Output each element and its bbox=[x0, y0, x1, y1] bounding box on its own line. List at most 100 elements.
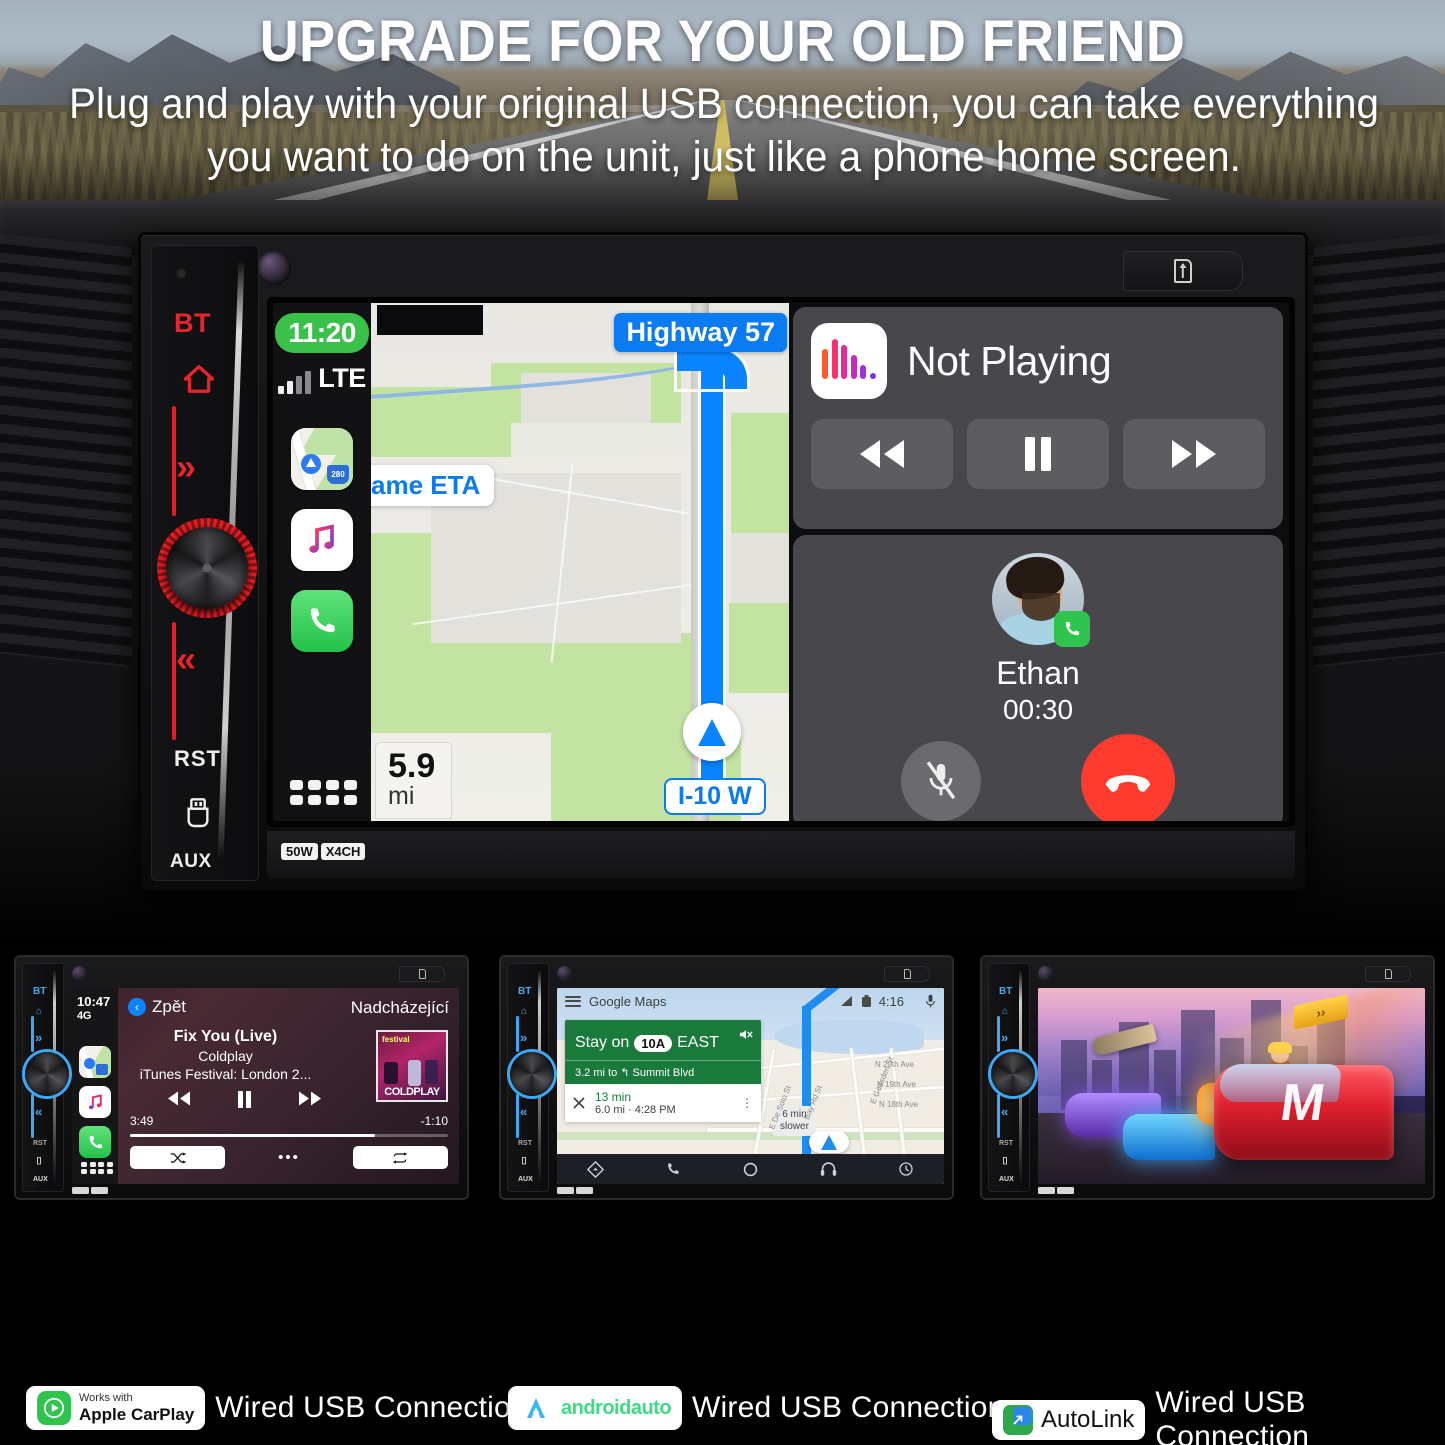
aa-nav-bar bbox=[557, 1154, 944, 1184]
volume-knob[interactable] bbox=[157, 518, 257, 618]
aa-next-step: 3.2 mi to bbox=[575, 1067, 618, 1079]
mini-cp-repeat-button[interactable] bbox=[352, 1146, 448, 1169]
page-subtitle: Plug and play with your original USB con… bbox=[69, 80, 1379, 181]
android-auto-badge: androidauto bbox=[508, 1386, 683, 1430]
mini-cp-more-button[interactable]: ••• bbox=[278, 1149, 300, 1166]
mini-cp-rewind[interactable] bbox=[164, 1090, 194, 1107]
carplay-caption: Wired USB Connection bbox=[215, 1391, 528, 1424]
mini-rail-3: BT ⌂ » « RST ⌷ AUX bbox=[988, 963, 1035, 1192]
footer-item-autolink: AutoLink Wired USB Connection bbox=[992, 1386, 1445, 1445]
mute-button[interactable] bbox=[901, 741, 981, 821]
media-icon[interactable] bbox=[820, 1161, 837, 1177]
aa-street-label-2: N 18th Ave bbox=[879, 1100, 918, 1109]
navigation-icon[interactable] bbox=[587, 1160, 605, 1178]
eta-pill: ame ETA bbox=[371, 465, 495, 506]
phone-app-icon[interactable] bbox=[291, 590, 353, 652]
mini-mic-1 bbox=[72, 966, 87, 981]
mic-icon[interactable] bbox=[925, 994, 936, 1008]
active-call-card[interactable]: Ethan 00:30 bbox=[793, 535, 1283, 821]
now-playing-title: Not Playing bbox=[907, 337, 1112, 384]
now-playing-card[interactable]: Not Playing bbox=[793, 307, 1283, 529]
mini-knob-2[interactable] bbox=[510, 1052, 554, 1096]
feature-panels: BT ⌂ » « RST ⌷ AUX 10:47 4G ‹ Zpět Nadch… bbox=[0, 940, 1445, 1445]
mini-cp-upnext-label[interactable]: Nadcházející bbox=[351, 998, 449, 1018]
power-watts: 50W bbox=[281, 843, 318, 860]
reset-button[interactable]: RST bbox=[174, 746, 221, 772]
mini-unit-autolink: BT ⌂ » « RST ⌷ AUX ›› M bbox=[980, 955, 1435, 1200]
home-icon[interactable] bbox=[742, 1161, 759, 1178]
mini-knob-1[interactable] bbox=[25, 1052, 69, 1096]
microphone-icon bbox=[257, 251, 291, 285]
aa-eta-minutes: 13 min bbox=[595, 1090, 632, 1104]
carplay-map[interactable]: Highway 57 ame ETA 5.9 mi I-10 W bbox=[371, 303, 789, 821]
bt-button[interactable]: BT bbox=[174, 308, 211, 339]
mini-cp-shuffle-button[interactable] bbox=[130, 1146, 225, 1169]
route-shield: I-10 W bbox=[664, 778, 766, 815]
aux-button[interactable]: AUX bbox=[170, 851, 212, 873]
mini-power-badge-2 bbox=[557, 1187, 593, 1194]
android-auto-logo bbox=[519, 1391, 553, 1425]
network-label: LTE bbox=[318, 363, 366, 393]
mini-cp-forward[interactable] bbox=[295, 1090, 325, 1107]
battery-icon bbox=[861, 994, 871, 1007]
mini-cp-progress-bar[interactable] bbox=[130, 1134, 448, 1137]
mini-screen-carplay[interactable]: 10:47 4G ‹ Zpět Nadcházející Fix You (Li… bbox=[72, 988, 459, 1184]
mini-cp-app-grid[interactable] bbox=[81, 1161, 113, 1174]
head-unit: BT » « RST AUX 11:20 LTE 280 Highway 57 … bbox=[138, 232, 1308, 892]
page-root: UPGRADE FOR YOUR OLD FRIEND Plug and pla… bbox=[0, 0, 1445, 1445]
signal-strength: LTE bbox=[278, 363, 366, 394]
prev-track-button[interactable]: « bbox=[176, 638, 196, 680]
carplay-app-list: 280 bbox=[291, 428, 353, 652]
pause-button[interactable] bbox=[967, 419, 1109, 489]
mini-sd-slot-1[interactable] bbox=[399, 966, 445, 982]
mini-screen-androidauto[interactable]: Google Maps 4:16 Stay on 10A EAST 3.2 mi… bbox=[557, 988, 944, 1184]
music-app-icon[interactable] bbox=[291, 509, 353, 571]
aa-direction-card[interactable]: Stay on 10A EAST 3.2 mi to ↰ Summit Blvd… bbox=[565, 1020, 761, 1122]
aa-instruction-badge: 10A bbox=[634, 1034, 673, 1052]
aa-eta-detail: 6.0 mi · 4:28 PM bbox=[595, 1104, 676, 1116]
rewind-button[interactable] bbox=[811, 419, 953, 489]
distance-value: 5.9 bbox=[388, 746, 436, 785]
usb-icon[interactable] bbox=[184, 798, 212, 835]
mini-phone-icon[interactable] bbox=[79, 1126, 111, 1158]
mini-cp-elapsed: 3:49 bbox=[130, 1114, 154, 1128]
mini-sd-slot-3[interactable] bbox=[1365, 966, 1411, 982]
close-icon[interactable] bbox=[573, 1097, 585, 1109]
next-track-button[interactable]: » bbox=[176, 446, 196, 488]
ir-sensor bbox=[176, 268, 187, 279]
phone-icon[interactable] bbox=[665, 1161, 681, 1177]
recent-icon[interactable] bbox=[898, 1161, 914, 1177]
autolink-wordmark: AutoLink bbox=[1041, 1406, 1135, 1433]
carplay-sidebar: 11:20 LTE 280 bbox=[273, 303, 371, 821]
menu-icon[interactable] bbox=[565, 995, 581, 1007]
home-icon[interactable] bbox=[182, 364, 216, 399]
mute-icon[interactable] bbox=[739, 1028, 753, 1041]
sd-card-slot[interactable] bbox=[1123, 251, 1243, 291]
racing-game-scene: ›› M bbox=[1038, 988, 1425, 1184]
mini-screen-autolink[interactable]: ›› M bbox=[1038, 988, 1425, 1184]
aa-status-bar: Google Maps 4:16 bbox=[557, 988, 944, 1014]
mini-knob-3[interactable] bbox=[991, 1052, 1035, 1096]
carplay-screen[interactable]: 11:20 LTE 280 Highway 57 ame ETA 5.9 mi … bbox=[273, 303, 1289, 821]
signal-icon bbox=[840, 995, 852, 1006]
app-grid-icon[interactable] bbox=[290, 780, 357, 805]
mini-sd-slot-2[interactable] bbox=[884, 966, 930, 982]
mini-cp-back-button[interactable]: ‹ Zpět bbox=[128, 997, 186, 1017]
maps-app-icon[interactable]: 280 bbox=[291, 428, 353, 490]
call-duration: 00:30 bbox=[1002, 694, 1074, 725]
mini-power-badge-3 bbox=[1038, 1187, 1074, 1194]
mini-unit-carplay: BT ⌂ » « RST ⌷ AUX 10:47 4G ‹ Zpět Nadch… bbox=[14, 955, 469, 1200]
control-rail: BT » « RST AUX bbox=[151, 245, 259, 881]
mini-cp-pause[interactable] bbox=[236, 1090, 253, 1109]
album-art-band-text: COLDPLAY bbox=[384, 1086, 440, 1098]
mini-music-icon[interactable] bbox=[79, 1086, 111, 1118]
android-auto-wordmark: androidauto bbox=[561, 1396, 672, 1419]
end-call-button[interactable] bbox=[1081, 734, 1175, 821]
sd-card-icon bbox=[1174, 259, 1192, 283]
aa-traffic-line2: slower bbox=[780, 1121, 809, 1132]
highway-sign: Highway 57 bbox=[614, 313, 787, 352]
air-vent-right bbox=[1313, 232, 1445, 668]
overflow-icon[interactable]: ⋮ bbox=[741, 1097, 753, 1109]
fast-forward-button[interactable] bbox=[1123, 419, 1265, 489]
mini-cp-time: 10:47 bbox=[77, 994, 111, 1009]
